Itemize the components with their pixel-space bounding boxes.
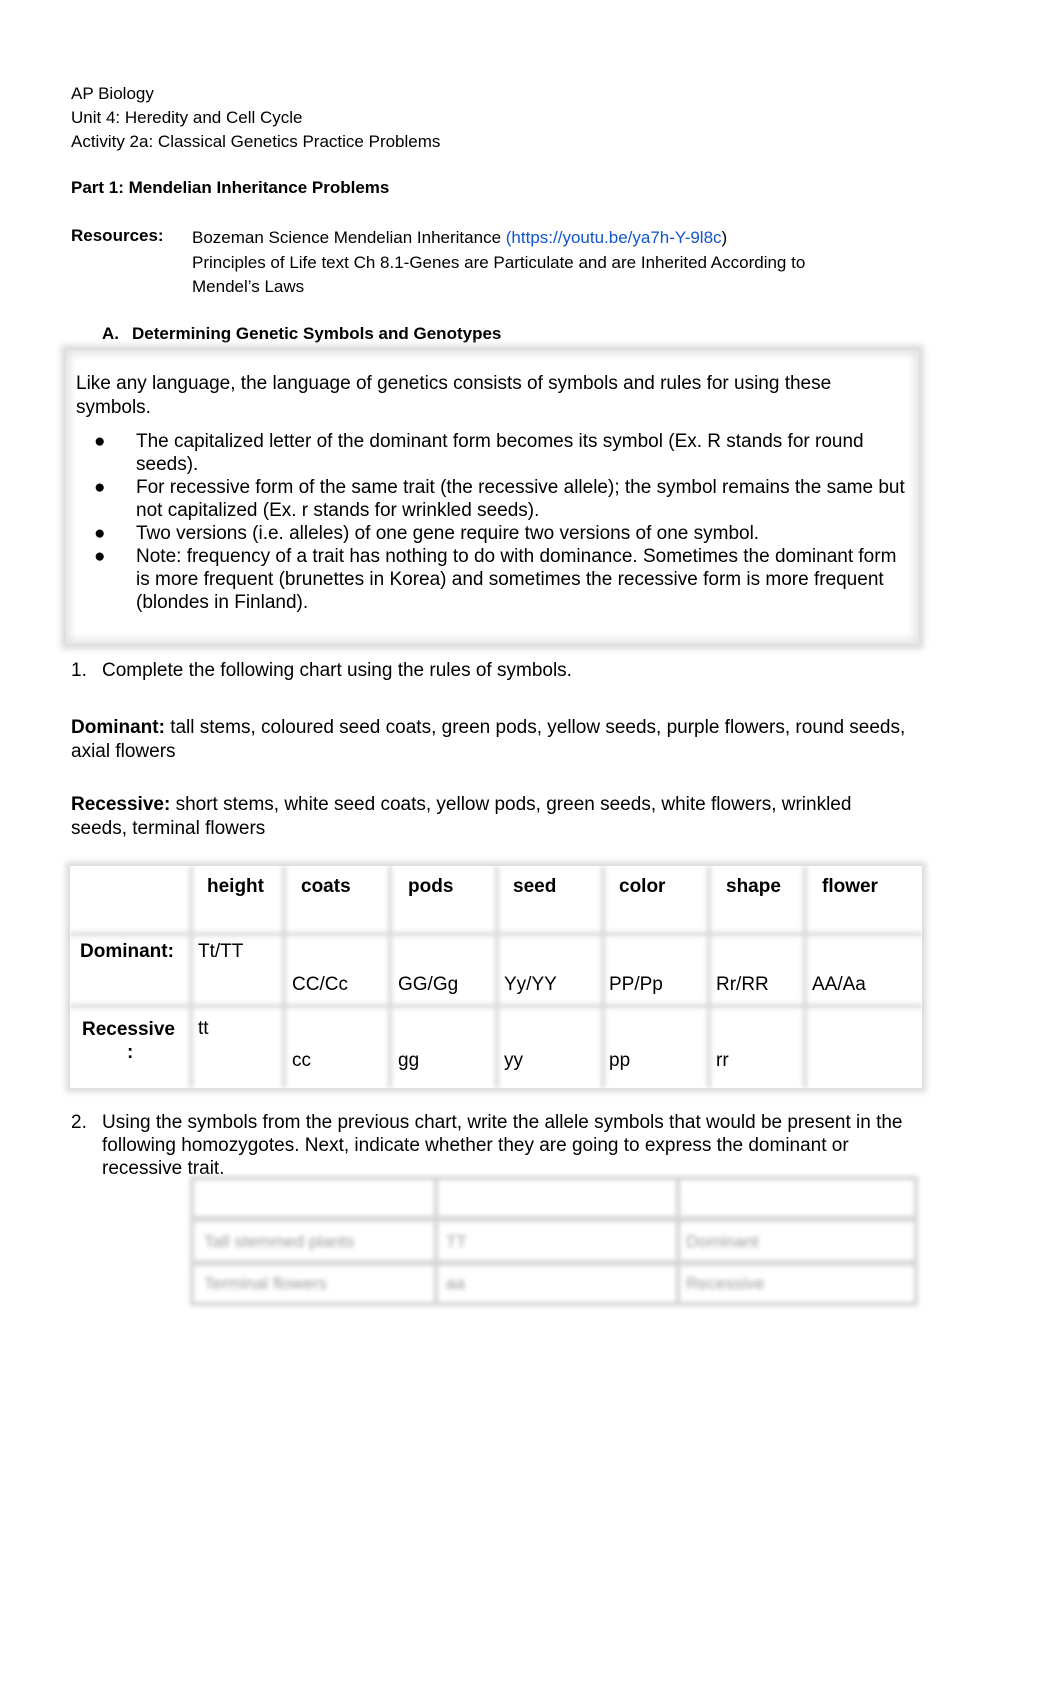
section-a-heading: A. Determining Genetic Symbols and Genoty… <box>102 324 501 344</box>
table-divider <box>282 866 286 1088</box>
dominant-label: Dominant: <box>71 717 165 738</box>
genotype-table: height coats pods seed color shape flowe… <box>70 866 922 1088</box>
course-title: AP Biology <box>71 84 154 103</box>
rule-text: The capitalized letter of the dominant f… <box>136 431 864 475</box>
resource-text: Bozeman Science Mendelian Inheritance <box>192 228 506 247</box>
table-divider <box>707 866 711 1088</box>
cell-color-dominant: PP/Pp <box>609 974 663 995</box>
cell-seed-dominant: Yy/YY <box>504 974 557 995</box>
blurred-cell: Terminal flowers <box>204 1274 327 1293</box>
rule-item: ● The capitalized letter of the dominant … <box>66 430 906 476</box>
cell-height-recessive: tt <box>198 1018 209 1039</box>
recessive-traits: Recessive: short stems, white seed coats… <box>71 793 911 840</box>
cell-flower-dominant: AA/Aa <box>812 974 866 995</box>
table-divider <box>601 866 605 1088</box>
table-divider <box>190 1216 918 1222</box>
table-divider <box>676 1176 680 1306</box>
bullet-icon: ● <box>94 477 106 498</box>
blurred-cell: Recessive <box>686 1274 765 1293</box>
recessive-label: Recessive: <box>71 794 171 815</box>
rule-item: ● For recessive form of the same trait (t… <box>66 476 906 522</box>
cell-height-dominant: Tt/TT <box>198 941 244 962</box>
resource-textbook-line2: Mendel’s Laws <box>192 277 305 296</box>
header-height: height <box>207 876 264 897</box>
table-divider <box>70 1004 922 1008</box>
dominant-traits: Dominant: tall stems, coloured seed coat… <box>71 716 911 763</box>
cell-seed-recessive: yy <box>504 1050 523 1071</box>
header-coats: coats <box>301 876 351 897</box>
row-label-recessive: Recessive <box>82 1019 175 1040</box>
table-divider <box>190 1260 918 1266</box>
rule-item: ● Two versions (i.e. alleles) of one gene… <box>66 522 906 545</box>
symbols-info-box: Like any language, the language of genet… <box>66 350 919 644</box>
cell-pods-recessive: gg <box>398 1050 420 1071</box>
section-letter: A. <box>102 324 119 343</box>
question-text: Using the symbols from the previous char… <box>102 1112 903 1179</box>
bullet-icon: ● <box>94 431 106 452</box>
question-number: 1. <box>71 660 87 681</box>
bullet-icon: ● <box>94 546 106 567</box>
resource-bozeman: Bozeman Science Mendelian Inheritance (h… <box>192 226 805 251</box>
header-shape: shape <box>726 876 781 897</box>
blurred-cell: aa <box>446 1274 465 1293</box>
rule-item: ● Note: frequency of a trait has nothing … <box>66 545 906 614</box>
resources-list: Bozeman Science Mendelian Inheritance (h… <box>192 226 805 300</box>
resource-textbook-line1: Principles of Life text Ch 8.1-Genes are… <box>192 252 806 272</box>
homozygote-table-blurred: Tall stemmed plants TT Dominant Terminal… <box>190 1176 918 1306</box>
header-pods: pods <box>408 876 454 897</box>
dominant-list: tall stems, coloured seed coats, green p… <box>71 717 906 762</box>
rule-text: Two versions (i.e. alleles) of one gene … <box>136 523 760 544</box>
blurred-cell: Dominant <box>686 1232 759 1251</box>
resources-label: Resources: <box>71 226 164 245</box>
blurred-cell: TT <box>446 1232 467 1251</box>
link-paren-close: ) <box>721 228 728 247</box>
question-1: 1. Complete the following chart using the… <box>71 660 572 682</box>
cell-coats-recessive: cc <box>292 1050 311 1071</box>
header-color: color <box>619 876 666 897</box>
question-2: 2. Using the symbols from the previous c… <box>71 1111 921 1180</box>
table-divider <box>189 866 193 1088</box>
cell-shape-recessive: rr <box>716 1050 729 1071</box>
activity-title: Activity 2a: Classical Genetics Practice… <box>71 132 441 151</box>
unit-title: Unit 4: Heredity and Cell Cycle <box>71 108 303 127</box>
table-divider <box>434 1176 438 1306</box>
part1-heading: Part 1: Mendelian Inheritance Problems <box>71 178 390 197</box>
blurred-cell: Tall stemmed plants <box>204 1232 355 1251</box>
section-title: Determining Genetic Symbols and Genotype… <box>132 324 502 343</box>
cell-coats-dominant: CC/Cc <box>292 974 348 995</box>
resource-link[interactable]: (https://youtu.be/ya7h-Y-9l8c <box>506 228 722 247</box>
cell-pods-dominant: GG/Gg <box>398 974 459 995</box>
rule-text: Note: frequency of a trait has nothing t… <box>136 546 897 613</box>
youtube-link[interactable]: https://youtu.be/ya7h-Y-9l8c <box>511 228 721 247</box>
question-text: Complete the following chart using the r… <box>102 660 572 681</box>
table-divider <box>388 866 392 1088</box>
header-flower: flower <box>822 876 878 897</box>
table-divider <box>70 932 922 936</box>
table-divider <box>803 866 807 1088</box>
header-seed: seed <box>513 876 557 897</box>
question-number: 2. <box>71 1112 87 1133</box>
recessive-list: short stems, white seed coats, yellow po… <box>71 794 852 839</box>
cell-shape-dominant: Rr/RR <box>716 974 769 995</box>
row-label-recessive-colon: : <box>127 1042 134 1063</box>
bullet-icon: ● <box>94 523 106 544</box>
rule-text: For recessive form of the same trait (th… <box>136 477 905 521</box>
table-divider <box>495 866 499 1088</box>
row-label-dominant: Dominant: <box>80 941 174 962</box>
cell-color-recessive: pp <box>609 1050 631 1071</box>
rules-list: ● The capitalized letter of the dominant … <box>66 430 906 614</box>
info-intro: Like any language, the language of genet… <box>76 373 832 418</box>
